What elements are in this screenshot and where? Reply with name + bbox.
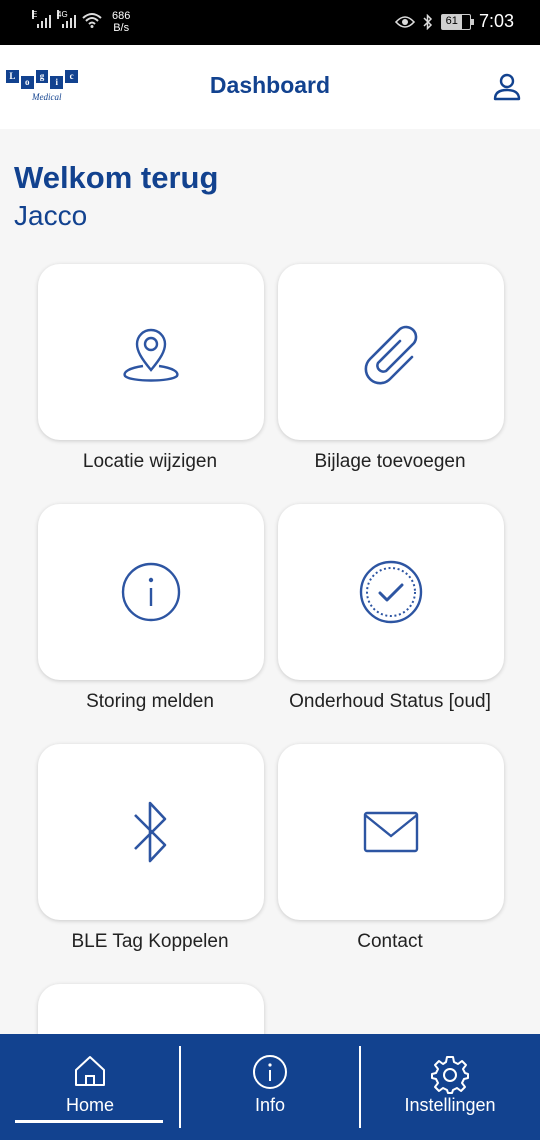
location-change-tile[interactable]: [38, 264, 264, 440]
signal-icon: E: [32, 10, 51, 28]
battery-level: 61: [441, 14, 462, 29]
network-speed-value: 686: [112, 10, 131, 22]
contact-tile[interactable]: [278, 744, 504, 920]
nav-settings[interactable]: Instellingen: [360, 1034, 540, 1140]
signal-type-label: 4G: [57, 10, 68, 19]
welcome-heading: Welkom terug: [14, 160, 219, 195]
network-speed-unit: B/s: [113, 22, 130, 34]
home-icon: [75, 1056, 105, 1086]
add-attachment-tile[interactable]: [278, 264, 504, 440]
nav-home[interactable]: Home: [0, 1034, 180, 1140]
wifi-icon: [82, 13, 102, 28]
battery-icon: 61: [440, 13, 474, 30]
tile-label: Storing melden: [86, 691, 214, 712]
bluetooth-status-icon: [423, 13, 433, 30]
nav-home-label: Home: [65, 1095, 114, 1115]
paperclip-icon: [364, 325, 418, 385]
eye-icon: [394, 15, 415, 28]
user-name: Jacco: [14, 200, 88, 231]
tile-label: Locatie wijzigen: [82, 451, 218, 472]
signal-type-label: E: [32, 10, 38, 19]
nav-info-label: Info: [254, 1095, 286, 1115]
gear-icon: [431, 1056, 469, 1094]
bottom-navigation: Home Info Instellingen: [0, 1034, 540, 1140]
tile-label: Contact: [357, 931, 423, 952]
network-speed: 686 B/s: [112, 10, 130, 34]
bluetooth-icon: [134, 801, 167, 863]
tile-label: BLE Tag Koppelen: [71, 931, 229, 952]
ble-tag-pair-tile[interactable]: [38, 744, 264, 920]
active-tab-indicator: [15, 1120, 163, 1123]
info-icon: [253, 1055, 287, 1089]
status-bar: E 4G 686 B/s 61 7:03: [0, 0, 540, 45]
info-circle-icon: [121, 562, 181, 622]
signal-icon: 4G: [57, 10, 76, 28]
nav-info[interactable]: Info: [180, 1034, 360, 1140]
tile-label: Bijlage toevoegen: [314, 451, 466, 472]
app-header: Logic Medical Dashboard: [0, 45, 540, 129]
clock: 7:03: [478, 11, 514, 31]
user-profile-icon[interactable]: [492, 72, 522, 102]
nav-settings-label: Instellingen: [404, 1095, 496, 1115]
envelope-icon: [363, 811, 419, 853]
location-pin-icon: [123, 328, 179, 382]
page-title: Dashboard: [209, 72, 331, 98]
report-failure-tile[interactable]: [38, 504, 264, 680]
maintenance-status-tile[interactable]: [278, 504, 504, 680]
tile-label: Onderhoud Status [oud]: [289, 691, 491, 712]
check-badge-icon: [359, 560, 423, 624]
